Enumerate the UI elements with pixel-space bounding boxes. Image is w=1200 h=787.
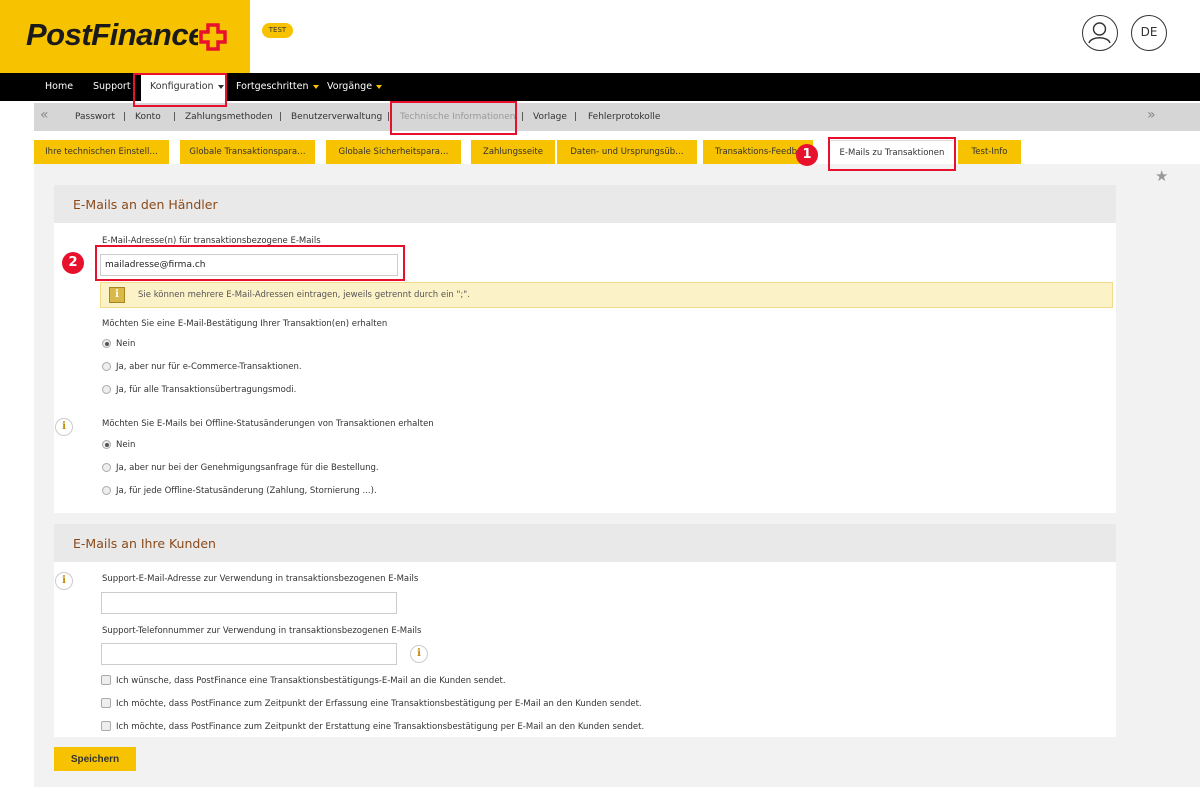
subnav-separator: | [123, 112, 127, 122]
swiss-cross-logo-icon [198, 22, 228, 52]
section-header-kunden: E-Mails an Ihre Kunden [54, 524, 1116, 562]
nav-vorgaenge-label: Vorgänge [327, 81, 373, 92]
nav-home-label: Home [45, 81, 74, 92]
subnav-konto[interactable]: Konto [135, 103, 161, 131]
checkbox-label: Ich möchte, dass PostFinance zum Zeitpun… [116, 722, 645, 732]
confirm-radio-alle[interactable] [102, 385, 111, 394]
nav-vorgaenge[interactable]: Vorgänge [327, 73, 383, 101]
section-title: E-Mails an den Händler [73, 197, 218, 212]
tab-technische-einstellungen[interactable]: Ihre technischen Einstell… [34, 140, 169, 164]
step-marker-1: 1 [796, 144, 818, 166]
tab-zahlungsseite[interactable]: Zahlungsseite [471, 140, 555, 164]
tab-test-info[interactable]: Test-Info [958, 140, 1021, 164]
subnav-technische-informationen[interactable]: Technische Informationen [400, 103, 515, 131]
user-profile-button[interactable] [1082, 15, 1118, 51]
user-icon [1088, 22, 1111, 44]
offline-radio-nein[interactable] [102, 440, 111, 449]
chevron-down-icon [217, 84, 224, 89]
nav-konfiguration-label: Konfiguration [150, 81, 214, 92]
subnav-separator: | [387, 112, 391, 122]
info-icon[interactable]: i [410, 645, 428, 663]
nav-home[interactable]: Home [45, 73, 73, 101]
radio-label: Ja, aber nur bei der Genehmigungsanfrage… [116, 463, 379, 473]
sub-navigation: « Passwort | Konto | Zahlungsmethoden | … [34, 103, 1200, 131]
checkbox-label: Ich wünsche, dass PostFinance eine Trans… [116, 676, 506, 686]
info-icon[interactable]: i [55, 572, 73, 590]
nav-konfiguration[interactable]: Konfiguration [141, 73, 225, 101]
subnav-benutzerverwaltung[interactable]: Benutzerverwaltung [291, 103, 382, 131]
support-email-label: Support-E-Mail-Adresse zur Verwendung in… [102, 574, 419, 584]
radio-label: Ja, für jede Offline-Statusänderung (Zah… [116, 486, 377, 496]
subnav-passwort[interactable]: Passwort [75, 103, 115, 131]
chevron-down-icon [376, 84, 383, 89]
nav-fortgeschritten-label: Fortgeschritten [236, 81, 309, 92]
section-header-haendler: E-Mails an den Händler [54, 185, 1116, 223]
app-header: PostFinance TEST DE [0, 0, 1200, 73]
subnav-separator: | [521, 112, 525, 122]
offline-question: Möchten Sie E-Mails bei Offline-Statusän… [102, 419, 434, 429]
support-email-input[interactable] [101, 592, 397, 614]
nav-support-label: Support [93, 81, 131, 92]
notice-text: Sie können mehrere E-Mail-Adressen eintr… [138, 290, 470, 300]
radio-label: Nein [116, 339, 136, 349]
chevron-down-icon [312, 84, 319, 89]
confirm-question: Möchten Sie eine E-Mail-Bestätigung Ihre… [102, 319, 388, 329]
checkbox-label: Ich möchte, dass PostFinance zum Zeitpun… [116, 699, 642, 709]
favorite-star-icon[interactable]: ★ [1155, 167, 1168, 185]
subnav-vorlage[interactable]: Vorlage [533, 103, 567, 131]
confirm-radio-nein[interactable] [102, 339, 111, 348]
tab-globale-sicherheitsparameter[interactable]: Globale Sicherheitspara… [326, 140, 461, 164]
step-marker-2: 2 [62, 252, 84, 274]
radio-label: Nein [116, 440, 136, 450]
nav-fortgeschritten[interactable]: Fortgeschritten [236, 73, 319, 101]
support-phone-input[interactable] [101, 643, 397, 665]
merchant-email-input[interactable]: mailadresse@firma.ch [100, 254, 398, 276]
section-title: E-Mails an Ihre Kunden [73, 536, 216, 551]
email-field-label: E-Mail-Adresse(n) für transaktionsbezoge… [102, 236, 321, 246]
logo-area[interactable]: PostFinance [0, 0, 250, 73]
support-phone-label: Support-Telefonnummer zur Verwendung in … [102, 626, 422, 636]
radio-label: Ja, für alle Transaktionsübertragungsmod… [116, 385, 297, 395]
nav-support[interactable]: Support [93, 73, 131, 101]
subnav-fehlerprotokolle[interactable]: Fehlerprotokolle [588, 103, 660, 131]
info-icon: i [109, 287, 125, 303]
tab-daten-ursprung[interactable]: Daten- und Ursprungsüb… [557, 140, 697, 164]
confirm-radio-ecommerce[interactable] [102, 362, 111, 371]
language-switch-button[interactable]: DE [1131, 15, 1167, 51]
checkbox-erfassung[interactable] [101, 698, 111, 708]
info-notice: i Sie können mehrere E-Mail-Adressen ein… [100, 282, 1113, 308]
checkbox-erstattung[interactable] [101, 721, 111, 731]
offline-radio-jede[interactable] [102, 486, 111, 495]
subnav-separator: | [574, 112, 578, 122]
main-navigation: Home Support Konfiguration Fortgeschritt… [0, 73, 1200, 101]
save-button[interactable]: Speichern [54, 747, 136, 771]
logo-wordmark: PostFinance [26, 17, 205, 52]
offline-radio-genehmigung[interactable] [102, 463, 111, 472]
radio-label: Ja, aber nur für e-Commerce-Transaktione… [116, 362, 302, 372]
settings-tabs: Ihre technischen Einstell… Globale Trans… [0, 140, 1200, 170]
scroll-right-icon[interactable]: » [1147, 107, 1156, 123]
subnav-zahlungsmethoden[interactable]: Zahlungsmethoden [185, 103, 273, 131]
info-icon[interactable]: i [55, 418, 73, 436]
subnav-separator: | [279, 112, 283, 122]
checkbox-bestaetigung[interactable] [101, 675, 111, 685]
subnav-separator: | [173, 112, 177, 122]
tab-globale-transaktionsparameter[interactable]: Globale Transaktionspara… [180, 140, 315, 164]
scroll-left-icon[interactable]: « [40, 107, 49, 123]
environment-badge: TEST [262, 23, 293, 38]
